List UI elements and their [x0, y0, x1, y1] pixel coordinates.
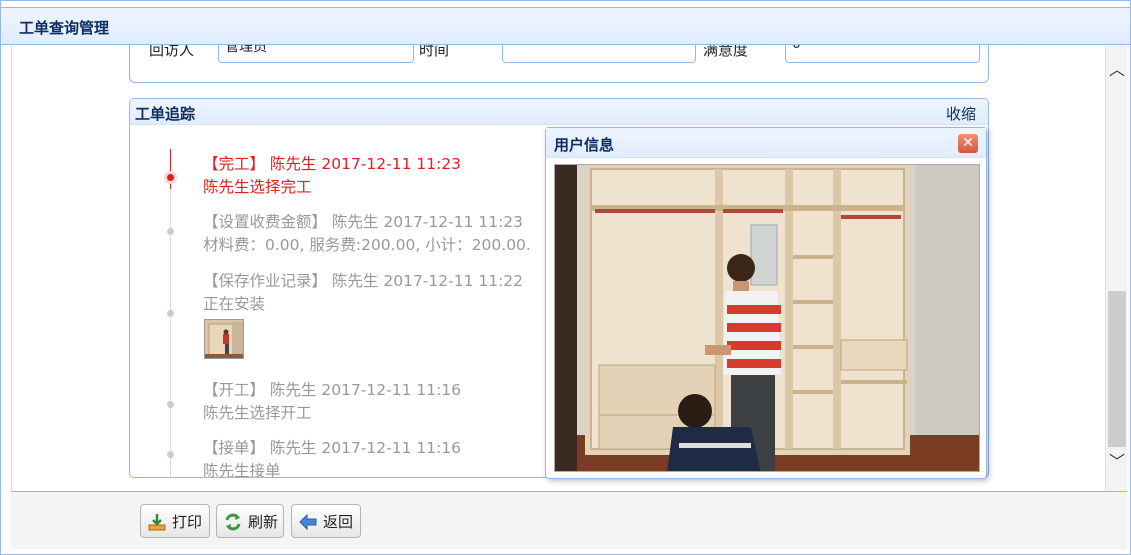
- tracking-title: 工单追踪: [135, 105, 196, 123]
- collapse-link[interactable]: 收缩: [946, 103, 976, 124]
- timeline-dot: [167, 451, 174, 458]
- timeline-dot: [167, 310, 174, 317]
- visitor-input[interactable]: 管理员: [218, 45, 414, 63]
- print-button[interactable]: 打印: [140, 504, 210, 538]
- back-label: 返回: [323, 513, 354, 531]
- back-arrow-icon: [298, 512, 318, 532]
- event-detail: 陈先生选择开工: [203, 404, 312, 422]
- event-header: 【完工】 陈先生 2017-12-11 11:23: [203, 155, 462, 173]
- footer-toolbar: 打印 刷新 返回: [11, 491, 1127, 549]
- timeline-line-active: [170, 149, 171, 189]
- installation-photo: [554, 164, 980, 472]
- timeline-event: 【设置收费金额】 陈先生 2017-12-11 11:23 材料费：0.00, …: [203, 211, 531, 257]
- close-icon[interactable]: ✕: [958, 134, 978, 153]
- main-window: 工单查询管理 回访人 管理员 时间 满意度 0 工单追踪 收缩 【: [0, 0, 1131, 555]
- visit-form: 回访人 管理员 时间 满意度 0: [129, 45, 989, 83]
- time-label: 时间: [419, 45, 450, 59]
- event-header: 【接单】 陈先生 2017-12-11 11:16: [203, 439, 462, 457]
- back-button[interactable]: 返回: [291, 504, 361, 538]
- event-detail: 陈先生选择完工: [203, 178, 312, 196]
- satisfaction-input[interactable]: 0: [785, 45, 980, 63]
- timeline-event: 【接单】 陈先生 2017-12-11 11:16 陈先生接单: [203, 437, 462, 478]
- refresh-button[interactable]: 刷新: [216, 504, 284, 538]
- vertical-scrollbar[interactable]: ︿ ﹀: [1105, 45, 1127, 491]
- scroll-up-icon[interactable]: ︿: [1106, 59, 1128, 81]
- popup-header: 用户信息 ✕: [546, 128, 986, 158]
- popup-title: 用户信息: [554, 136, 615, 154]
- work-photo-thumbnail[interactable]: [204, 319, 244, 359]
- print-label: 打印: [172, 513, 203, 531]
- timeline-event: 【完工】 陈先生 2017-12-11 11:23 陈先生选择完工: [203, 153, 461, 199]
- satisfaction-label: 满意度: [703, 45, 749, 59]
- user-info-popup: 用户信息 ✕: [545, 127, 987, 479]
- window-titlebar: 工单查询管理: [1, 7, 1130, 45]
- time-input[interactable]: [502, 45, 696, 63]
- event-detail: 陈先生接单: [203, 462, 281, 478]
- event-header: 【开工】 陈先生 2017-12-11 11:16: [203, 381, 462, 399]
- timeline-dot-active: [167, 174, 174, 181]
- scroll-down-icon[interactable]: ﹀: [1106, 451, 1128, 473]
- visitor-label: 回访人: [149, 45, 195, 59]
- event-header: 【设置收费金额】 陈先生 2017-12-11 11:23: [203, 213, 524, 231]
- window-title: 工单查询管理: [19, 19, 110, 37]
- timeline-event: 【保存作业记录】 陈先生 2017-12-11 11:22 正在安装: [203, 270, 523, 316]
- refresh-icon: [223, 512, 243, 532]
- download-icon: [147, 512, 167, 532]
- tracking-header: 工单追踪 收缩: [130, 99, 988, 125]
- event-detail: 正在安装: [203, 295, 266, 313]
- event-detail: 材料费：0.00, 服务费:200.00, 小计：200.00.: [203, 236, 531, 254]
- event-header: 【保存作业记录】 陈先生 2017-12-11 11:22: [203, 272, 524, 290]
- timeline-dot: [167, 228, 174, 235]
- timeline-dot: [167, 401, 174, 408]
- scroll-thumb[interactable]: [1108, 291, 1126, 447]
- timeline-event: 【开工】 陈先生 2017-12-11 11:16 陈先生选择开工: [203, 379, 461, 425]
- refresh-label: 刷新: [248, 513, 279, 531]
